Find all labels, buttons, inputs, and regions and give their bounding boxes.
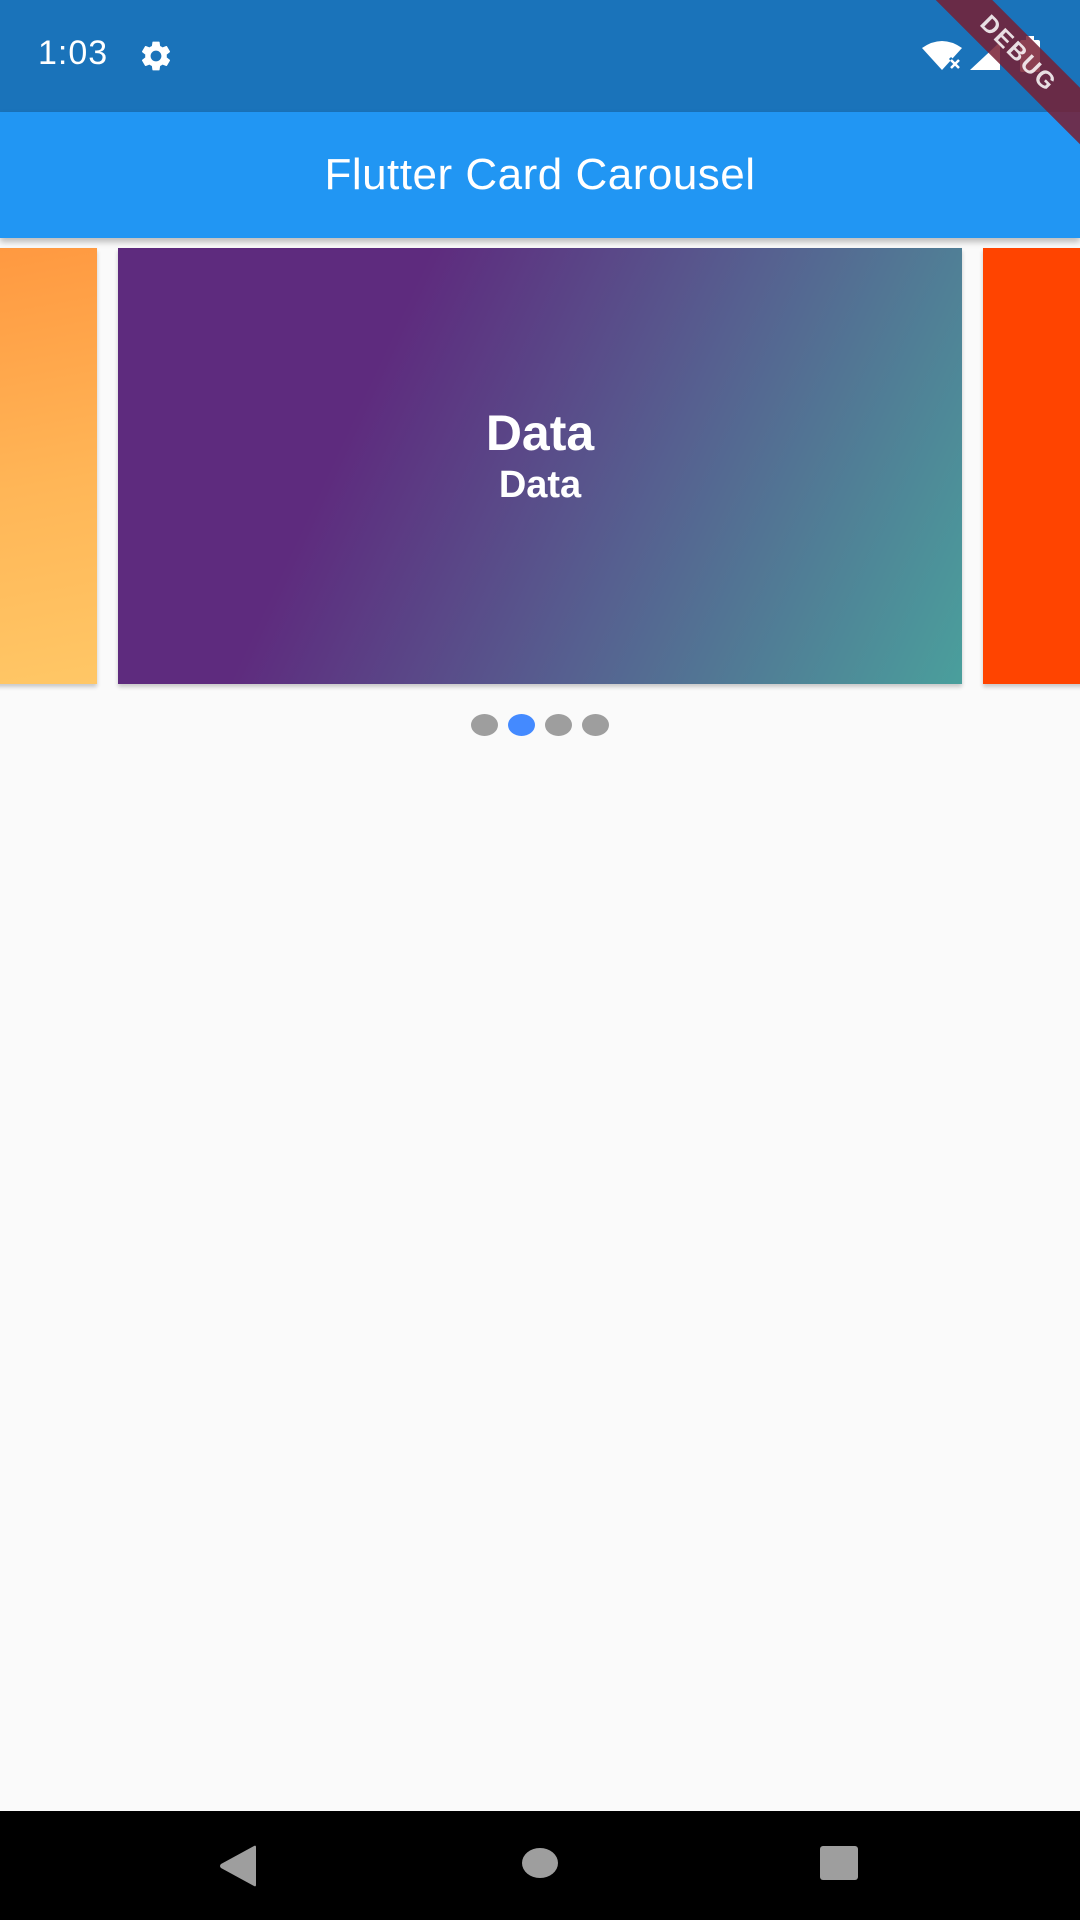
app-bar: Flutter Card Carousel (0, 112, 1080, 238)
page-title: Flutter Card Carousel (324, 150, 756, 199)
gear-icon (141, 41, 171, 71)
carousel-card-next[interactable] (983, 248, 1080, 684)
card-carousel[interactable]: Data Data (0, 248, 1080, 684)
screen: 1:03 DEBUG Flutter Card Carousel Data Da… (0, 0, 1080, 1920)
status-bar: 1:03 (0, 0, 1080, 112)
page-dot[interactable] (471, 714, 498, 736)
carousel-card-current[interactable]: Data Data (118, 248, 962, 684)
card-subtitle: Data (498, 464, 582, 506)
navigation-bar (0, 1811, 1080, 1920)
home-icon[interactable] (521, 1847, 559, 1879)
carousel-card-previous[interactable] (0, 248, 97, 684)
card-title: Data (485, 405, 595, 461)
status-time: 1:03 (38, 34, 109, 72)
wifi-icon (922, 41, 962, 70)
back-icon[interactable] (218, 1845, 258, 1887)
page-dot[interactable] (545, 714, 572, 736)
page-dot[interactable] (582, 714, 609, 736)
recents-icon[interactable] (819, 1845, 859, 1881)
page-dot-active[interactable] (508, 714, 535, 736)
page-indicator (0, 714, 1080, 736)
